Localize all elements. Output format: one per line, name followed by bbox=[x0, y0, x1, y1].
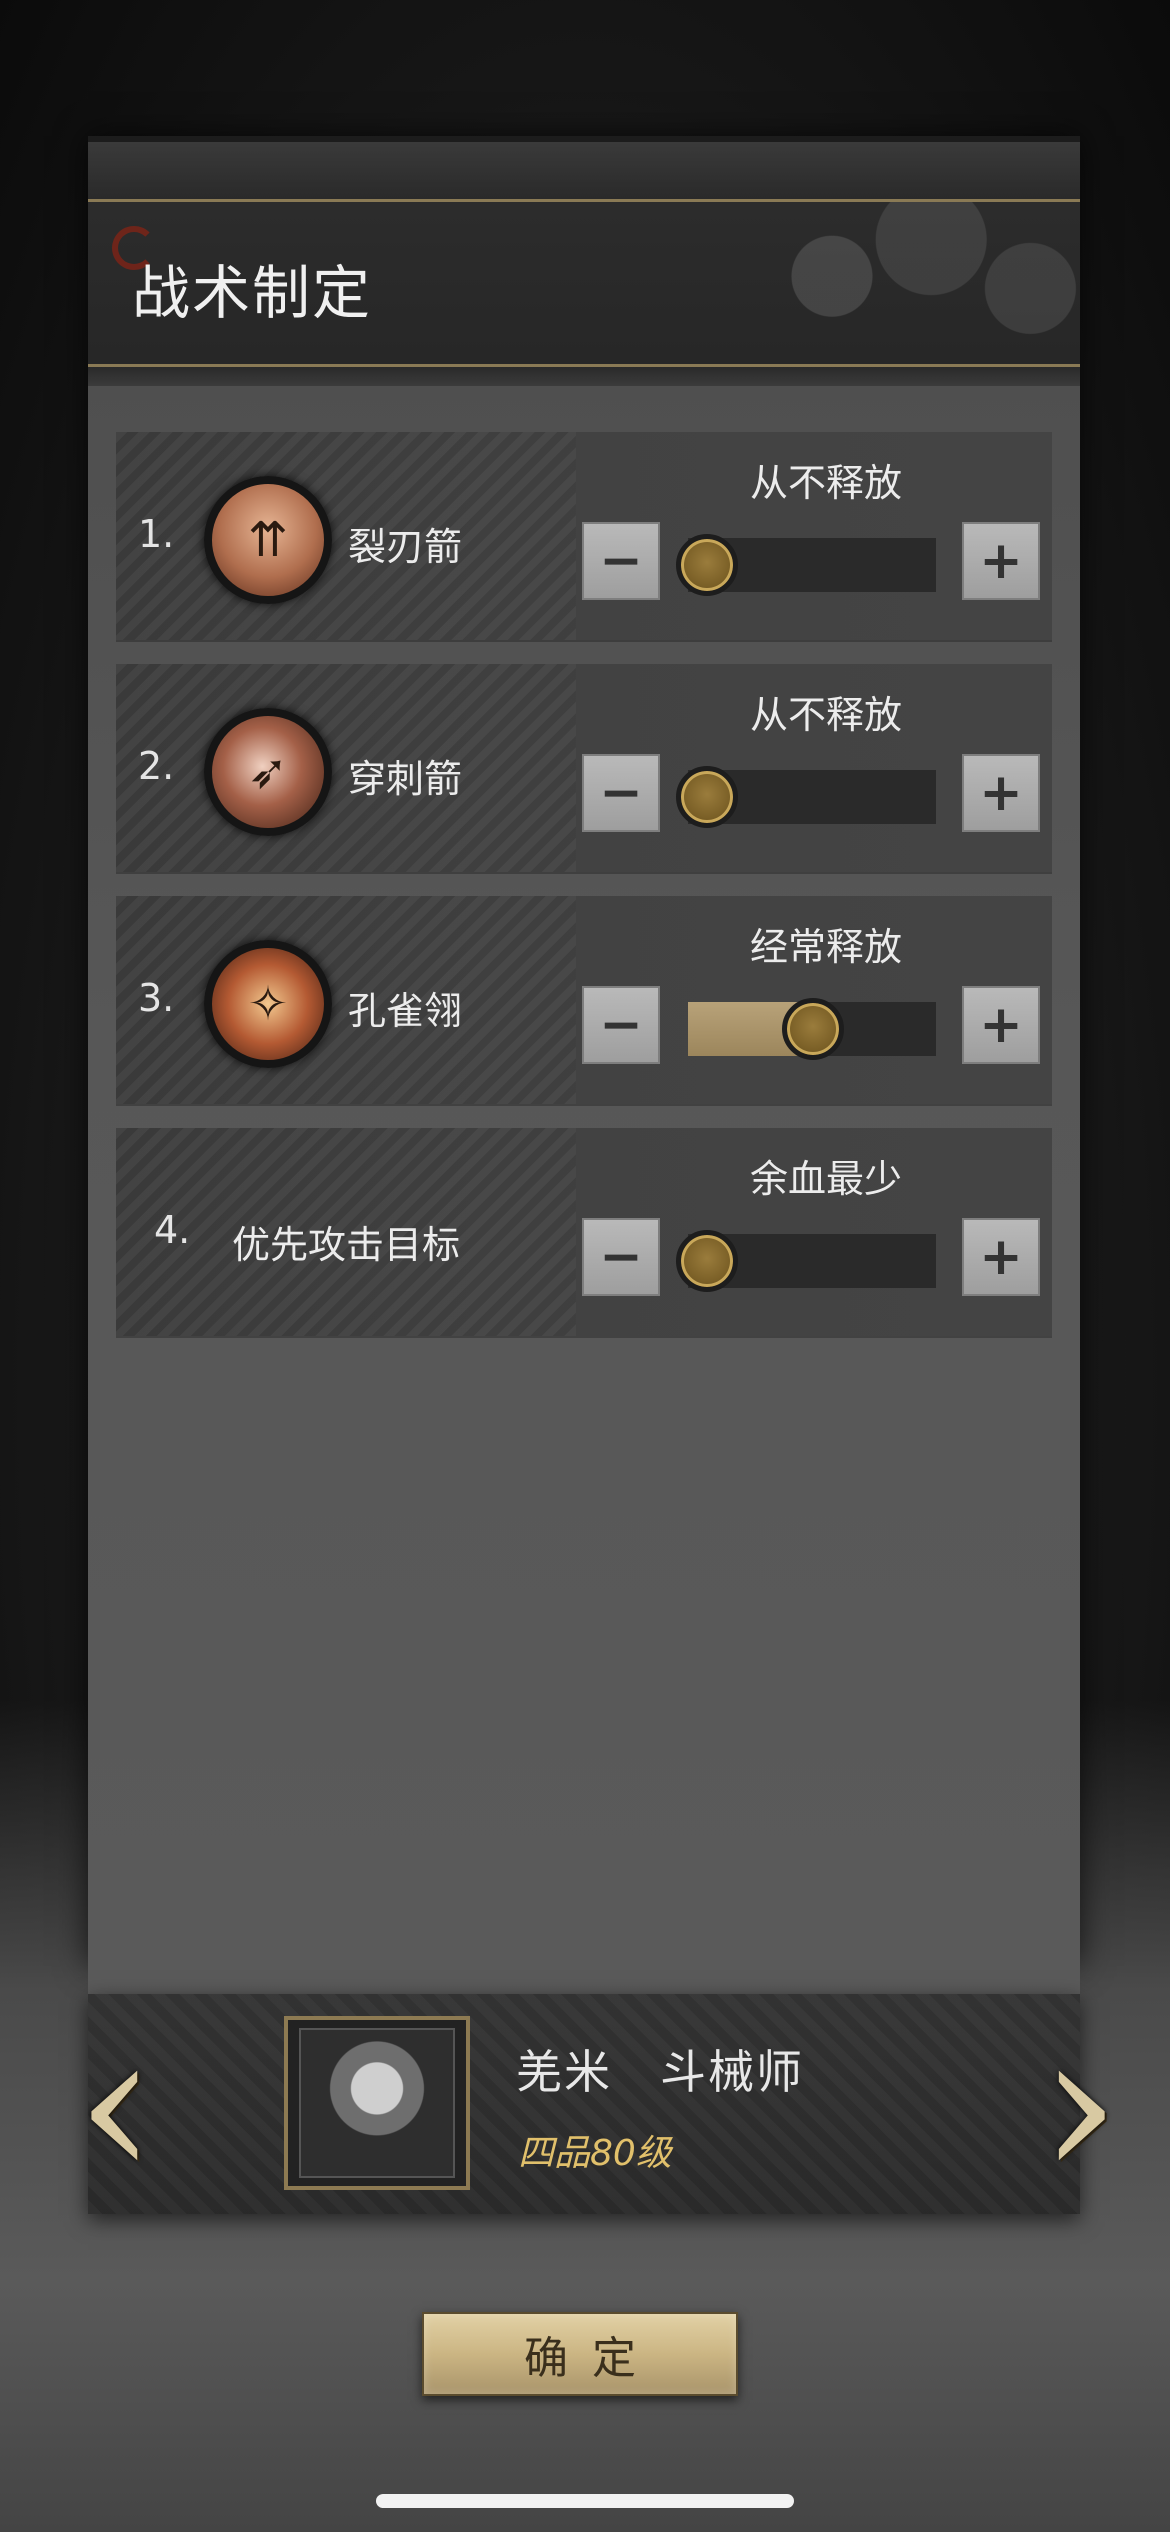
frequency-slider[interactable] bbox=[676, 534, 936, 596]
page-title: 战术制定 bbox=[132, 259, 373, 327]
tactic-row-2: 2. ➶ 穿刺箭 从不释放 − + bbox=[116, 664, 1052, 872]
tactic-row-4: 4. 优先攻击目标 余血最少 − + bbox=[116, 1128, 1052, 1336]
peacock-feather-icon: ✧ bbox=[204, 940, 332, 1068]
row-number: 4. bbox=[154, 1208, 191, 1252]
target-priority-label: 优先攻击目标 bbox=[232, 1223, 461, 1267]
next-hero-arrow-icon[interactable]: › bbox=[1030, 1989, 1130, 2222]
frequency-slider[interactable] bbox=[688, 998, 936, 1060]
increase-button[interactable]: + bbox=[962, 522, 1040, 600]
decrease-button[interactable]: − bbox=[582, 986, 660, 1064]
release-status: 从不释放 bbox=[749, 693, 902, 737]
home-indicator[interactable] bbox=[376, 2494, 794, 2508]
hero-selector-bar bbox=[88, 1994, 1080, 2214]
release-status: 从不释放 bbox=[749, 461, 902, 505]
target-slider[interactable] bbox=[676, 1230, 936, 1292]
split-blade-arrow-icon: ⇈ bbox=[204, 476, 332, 604]
increase-button[interactable]: + bbox=[962, 986, 1040, 1064]
slider-knob[interactable] bbox=[782, 998, 844, 1060]
piercing-arrow-icon: ➶ bbox=[204, 708, 332, 836]
decrease-button[interactable]: − bbox=[582, 754, 660, 832]
header-top-border bbox=[88, 142, 1080, 202]
row-number: 2. bbox=[138, 744, 175, 788]
decrease-button[interactable]: − bbox=[582, 522, 660, 600]
skill-name: 孔雀翎 bbox=[348, 989, 463, 1033]
row-number: 1. bbox=[138, 512, 175, 556]
increase-button[interactable]: + bbox=[962, 1218, 1040, 1296]
decrease-button[interactable]: − bbox=[582, 1218, 660, 1296]
frequency-slider[interactable] bbox=[676, 766, 936, 828]
skill-name: 裂刃箭 bbox=[348, 525, 463, 569]
hero-rank: 四品80级 bbox=[518, 2133, 672, 2174]
avatar bbox=[299, 2028, 455, 2178]
panel-header: 战术制定 bbox=[88, 136, 1080, 386]
prev-hero-arrow-icon[interactable]: ‹ bbox=[66, 1989, 166, 2222]
target-status: 余血最少 bbox=[749, 1157, 902, 1201]
slider-knob[interactable] bbox=[676, 1230, 738, 1292]
skill-name: 穿刺箭 bbox=[348, 757, 463, 801]
row-number: 3. bbox=[138, 976, 175, 1020]
release-status: 经常释放 bbox=[749, 925, 902, 969]
increase-button[interactable]: + bbox=[962, 754, 1040, 832]
slider-knob[interactable] bbox=[676, 534, 738, 596]
hero-portrait-frame bbox=[284, 2016, 470, 2190]
header-bottom-border bbox=[88, 364, 1080, 386]
slider-knob[interactable] bbox=[676, 766, 738, 828]
tactic-row-1: 1. ⇈ 裂刃箭 从不释放 − + bbox=[116, 432, 1052, 640]
hero-name: 羌米 斗械师 bbox=[516, 2045, 804, 2099]
tactic-row-3: 3. ✧ 孔雀翎 经常释放 − + bbox=[116, 896, 1052, 1104]
confirm-button[interactable]: 确定 bbox=[422, 2312, 738, 2396]
